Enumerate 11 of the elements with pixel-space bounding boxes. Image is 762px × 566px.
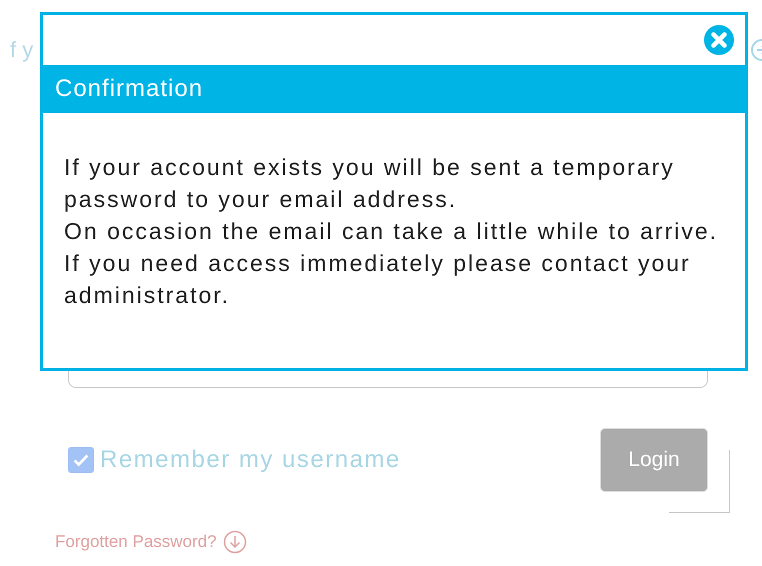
message-text: On occasion the email can take a little while to arrive. xyxy=(64,217,719,246)
close-icon[interactable] xyxy=(703,24,735,56)
checkbox-label[interactable]: Remember my username xyxy=(100,446,401,474)
down-arrow-circle-icon[interactable] xyxy=(222,530,247,554)
checkbox[interactable] xyxy=(68,447,94,473)
message-text: If you need access immediately please contact your administrator. xyxy=(64,249,692,310)
forgotten-password-link[interactable]: Forgotten Password? xyxy=(55,532,217,552)
login-button[interactable]: Login xyxy=(600,428,708,492)
message-text: If your account exists you will be sent a temporary password to your email address. xyxy=(64,153,676,214)
intro-text: f y xyxy=(10,37,34,63)
dialog-title: Confirmation xyxy=(43,65,745,113)
